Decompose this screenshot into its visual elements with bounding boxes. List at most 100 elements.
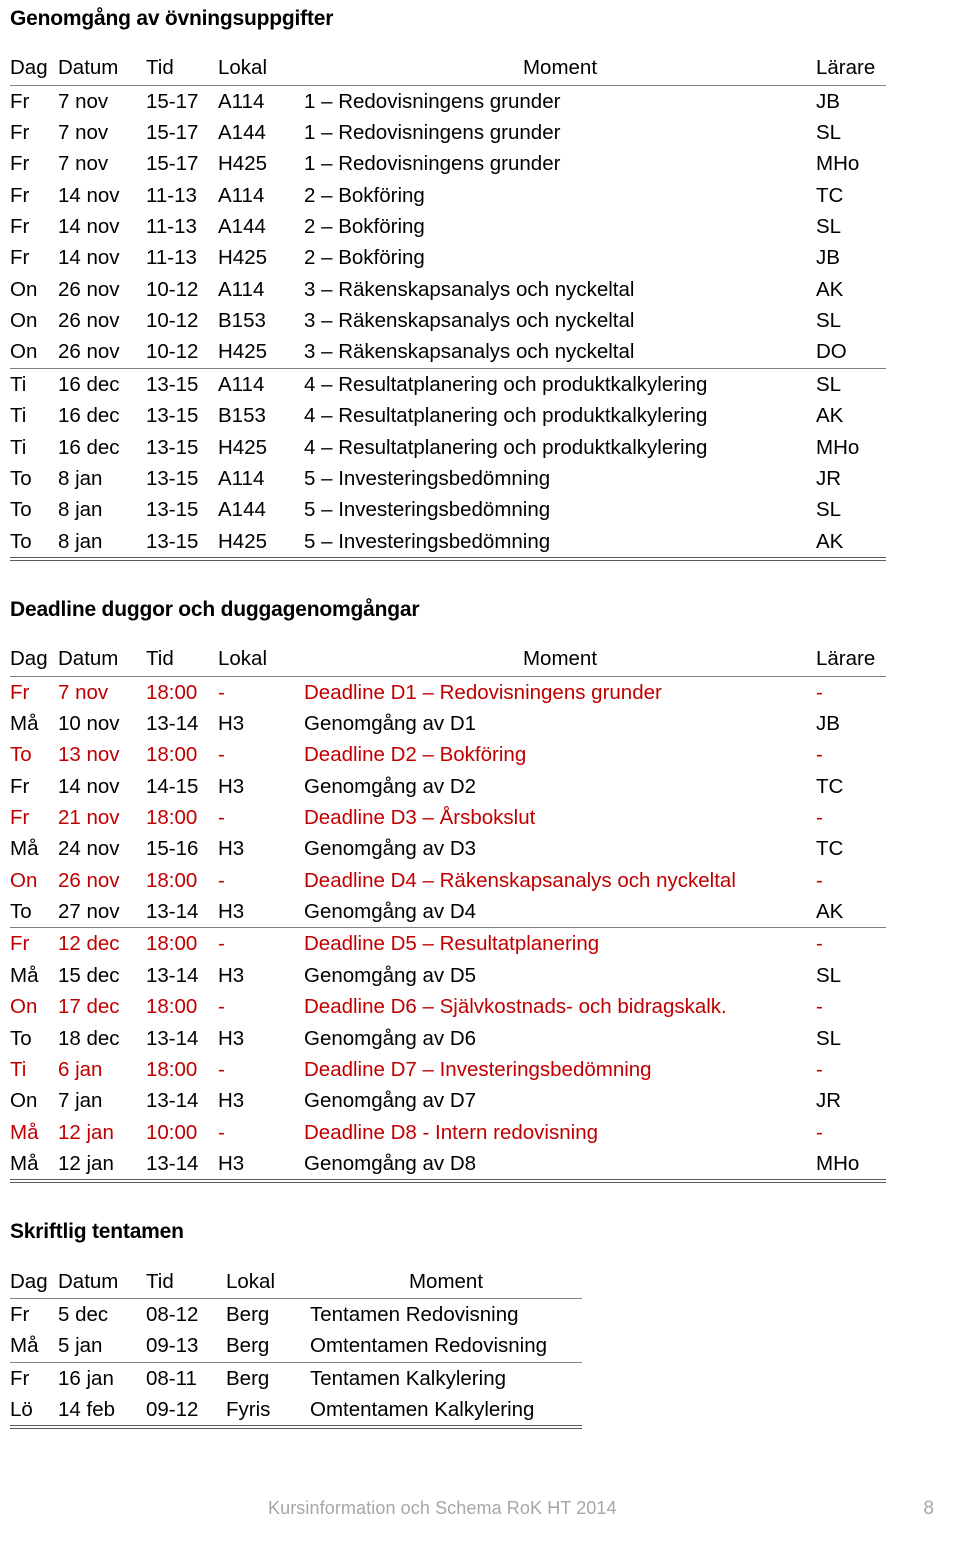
cell-lokal: - [218, 1120, 225, 1144]
cell-datum: 16 dec [58, 435, 120, 459]
column-header-lokal: Lokal [226, 1265, 310, 1299]
table-row: Må 5 jan 09-13 Berg Omtentamen Redovisning [10, 1330, 582, 1363]
cell-lokal: H425 [218, 246, 268, 270]
cell-datum: 7 nov [58, 120, 109, 144]
table-ovningsuppgifter: Dag Datum Tid Lokal Moment Lärare Fr 7 no… [10, 52, 886, 562]
cell-moment: 3 – Räkenskapsanalys och nyckeltal [304, 336, 816, 369]
cell-tid: 18:00 [146, 1057, 198, 1081]
cell-dag: On [10, 309, 38, 333]
cell-datum: 8 jan [58, 498, 103, 522]
cell-tid: 13-14 [146, 963, 199, 987]
page-footer: Kursinformation och Schema RoK HT 2014 8 [0, 1498, 960, 1528]
table-row: Ti 16 dec 13-15 A114 4 – Resultatplanering o… [10, 368, 886, 400]
table-row: To 27 nov 13-14 H3 Genomgång av D4 AK [10, 896, 886, 929]
cell-larare: SL [816, 1026, 842, 1050]
table-row: Må 12 jan 13-14 H3 Genomgång av D8 MHo [10, 1148, 886, 1184]
cell-larare: JR [816, 1089, 842, 1113]
cell-dag: On [10, 336, 58, 369]
cell-tid: 11-13 [146, 246, 197, 270]
cell-datum: 14 nov [58, 246, 120, 270]
cell-dag: Ti [10, 404, 27, 428]
table-row: Fr 7 nov 15-17 H425 1 – Redovisningens grund… [10, 148, 886, 179]
cell-lokal: A144 [218, 215, 266, 239]
table-row: To 8 jan 13-15 H425 5 – Investeringsbedömnin… [10, 525, 886, 562]
table-row: Fr 5 dec 08-12 Berg Tentamen Redovisning [10, 1298, 582, 1330]
cell-larare: SL [816, 215, 842, 239]
cell-larare: MHo [816, 152, 860, 176]
cell-larare: - [816, 1057, 823, 1081]
cell-lokal: H3 [218, 711, 245, 735]
cell-larare: - [816, 743, 823, 767]
cell-lokal: A114 [218, 277, 265, 301]
cell-datum: 6 jan [58, 1057, 103, 1081]
cell-dag: Må [10, 1120, 39, 1144]
cell-lokal: H3 [218, 774, 245, 798]
column-header-dag: Dag [10, 52, 58, 86]
cell-tid: 13-14 [146, 1026, 199, 1050]
cell-datum: 7 nov [58, 152, 109, 176]
cell-lokal: H425 [218, 435, 268, 459]
table-row: To 13 nov 18:00- Deadline D2 – Bokföring - [10, 739, 886, 770]
cell-moment: Genomgång av D1 [304, 711, 477, 735]
cell-tid: 13-14 [146, 1089, 199, 1113]
cell-tid: 10-12 [146, 277, 199, 301]
cell-larare: - [816, 680, 823, 704]
cell-lokal: A114 [218, 89, 265, 113]
cell-moment: Genomgång av D5 [304, 963, 477, 987]
page-number: 8 [923, 1498, 934, 1519]
cell-moment: Deadline D5 – Resultatplanering [304, 932, 600, 956]
cell-tid: 11-13 [146, 215, 197, 239]
column-header-moment: Moment [304, 52, 816, 86]
document-page: Genomgång av övningsuppgifter Dag Datum … [0, 0, 960, 1542]
column-header-datum: Datum [58, 643, 146, 677]
cell-moment: 3 – Räkenskapsanalys och nyckeltal [304, 309, 635, 333]
cell-moment: 1 – Redovisningens grunder [304, 120, 561, 144]
cell-lokal: Berg [226, 1302, 270, 1326]
table-row: Fr 14 nov 11-13 A114 2 – Bokföring TC [10, 180, 886, 211]
cell-tid: 13-15 [146, 404, 199, 428]
table-row: Fr 14 nov 11-13 A144 2 – Bokföring SL [10, 211, 886, 242]
cell-dag: To [10, 896, 58, 929]
cell-moment: 1 – Redovisningens grunder [304, 89, 561, 113]
cell-datum: 14 feb [58, 1394, 146, 1430]
cell-dag: Fr [10, 932, 30, 956]
column-header-dag: Dag [10, 643, 58, 677]
cell-datum: 12 jan [58, 1120, 114, 1144]
cell-dag: Må [10, 1330, 58, 1363]
cell-dag: Må [10, 837, 39, 861]
table-row: To 18 dec 13-14 H3 Genomgång av D6 SL [10, 1023, 886, 1054]
table-header-row: Dag Datum Tid Lokal Moment Lärare [10, 643, 886, 677]
cell-moment: 4 – Resultatplanering och produktkalkyle… [304, 435, 708, 459]
cell-dag: Fr [10, 774, 30, 798]
cell-larare: JB [816, 711, 840, 735]
column-header-tid: Tid [146, 52, 218, 86]
cell-moment: Genomgång av D6 [304, 1026, 477, 1050]
cell-moment: Genomgång av D7 [304, 1089, 477, 1113]
cell-larare: TC [816, 183, 844, 207]
cell-tid: 15-17 [146, 120, 199, 144]
section-title-ovningsuppgifter: Genomgång av övningsuppgifter [10, 7, 334, 30]
cell-dag: To [10, 743, 32, 767]
cell-datum: 17 dec [58, 995, 120, 1019]
cell-dag: On [10, 995, 38, 1019]
cell-lokal: H3 [218, 1148, 304, 1184]
cell-lokal: - [218, 743, 225, 767]
cell-larare: - [816, 868, 823, 892]
cell-dag: To [10, 1026, 32, 1050]
cell-tid: 09-12 [146, 1394, 226, 1430]
table-deadline-duggor: Dag Datum Tid Lokal Moment Lärare Fr 7 no… [10, 643, 886, 1184]
cell-lokal: - [218, 1057, 225, 1081]
cell-tid: 15-17 [146, 89, 199, 113]
section-title-skriftlig-tentamen: Skriftlig tentamen [10, 1220, 184, 1244]
cell-tid: 13-14 [146, 1148, 218, 1184]
cell-moment: Genomgång av D4 [304, 896, 816, 929]
cell-lokal: H425 [218, 152, 268, 176]
cell-larare: MHo [816, 435, 860, 459]
cell-larare: - [816, 932, 823, 956]
table-header-row: Dag Datum Tid Lokal Moment [10, 1265, 582, 1299]
cell-moment: Genomgång av D8 [304, 1148, 816, 1184]
table-row: On 7 jan 13-14 H3 Genomgång av D7 JR [10, 1085, 886, 1116]
cell-moment: Genomgång av D3 [304, 837, 477, 861]
